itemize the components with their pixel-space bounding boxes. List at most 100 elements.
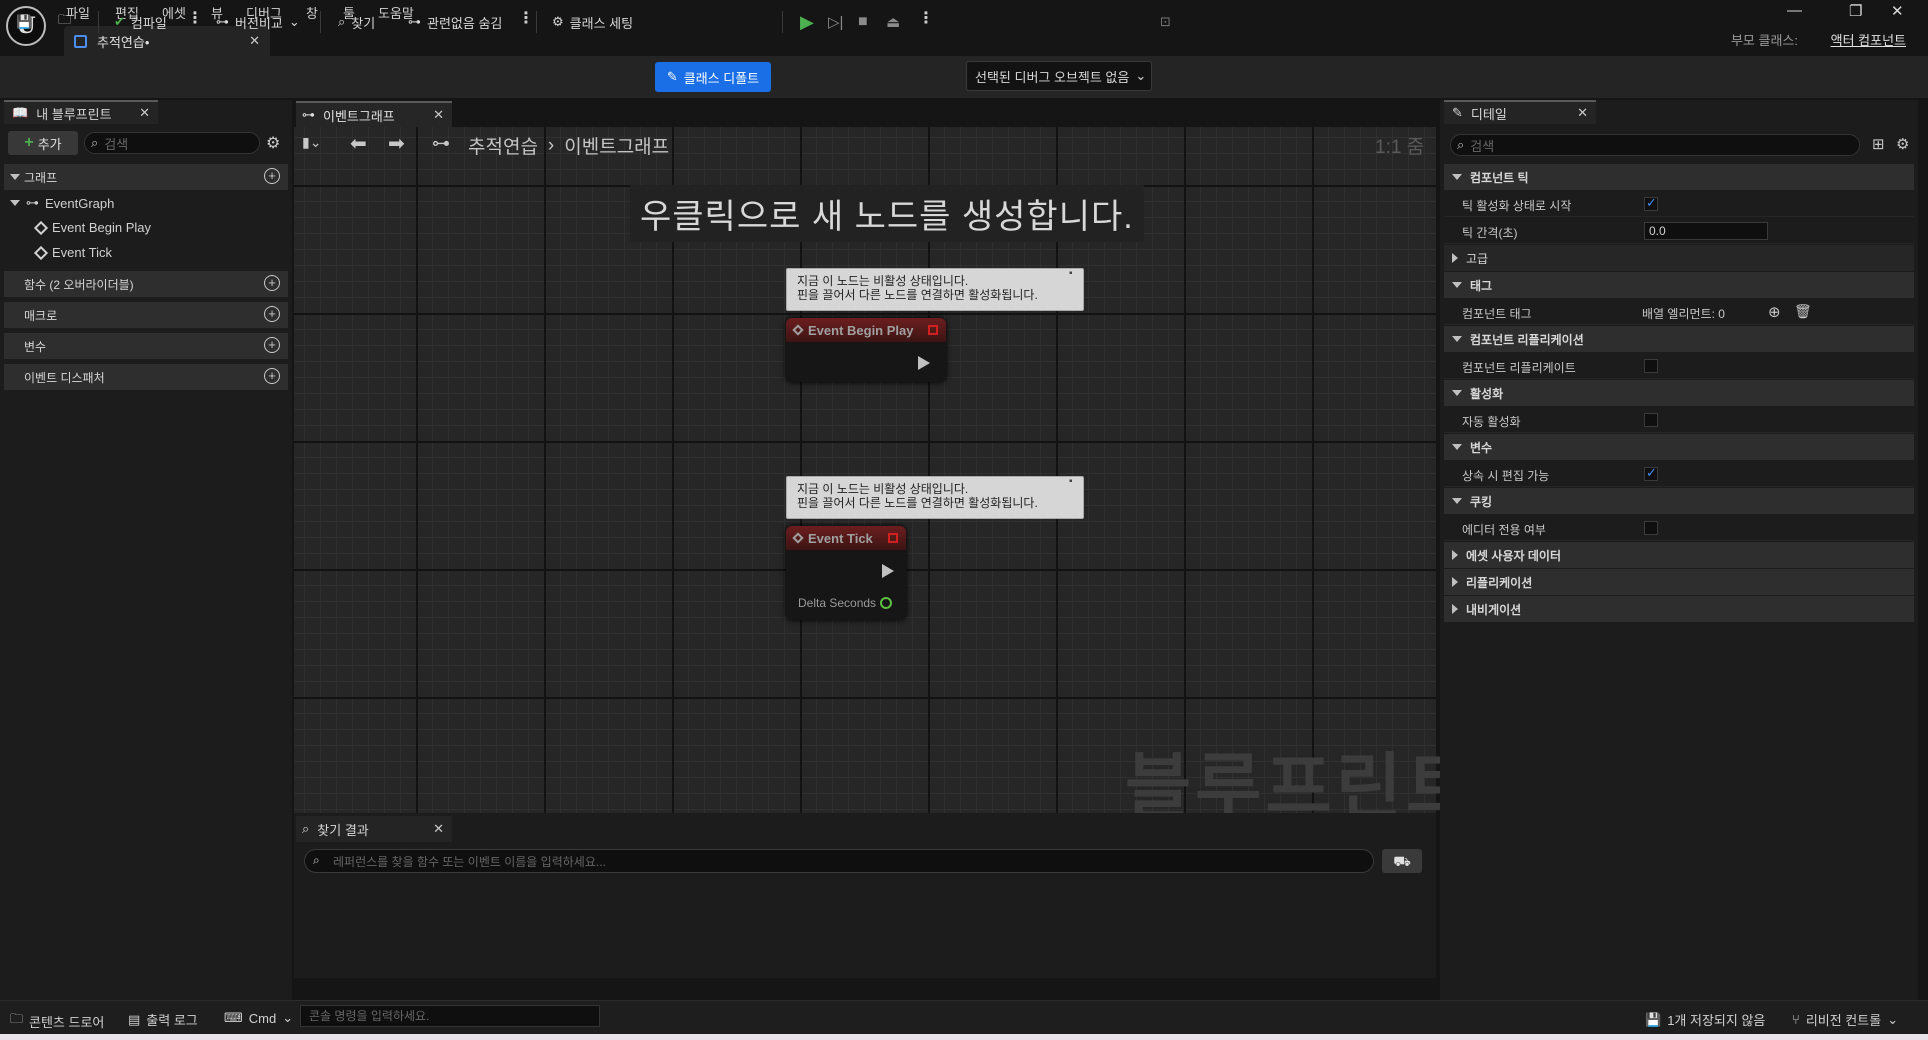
compile-label: 컴파일	[130, 15, 167, 31]
delta-seconds-pin[interactable]	[880, 597, 892, 609]
exec-output-pin[interactable]	[882, 564, 894, 578]
exec-output-pin[interactable]	[918, 356, 930, 370]
section-replication[interactable]: 리플리케이션	[1444, 569, 1914, 595]
close-tab-icon[interactable]: ✕	[433, 107, 444, 123]
trash-icon[interactable]: 🗑	[1794, 303, 1812, 320]
add-macro-icon[interactable]: +	[264, 306, 280, 322]
section-tags[interactable]: 태그	[1444, 272, 1914, 298]
hide-unrelated-button[interactable]: ⊶ 관련없음 숨김	[408, 9, 502, 35]
close-tab-icon[interactable]: ✕	[139, 105, 150, 121]
tree-item-event-tick[interactable]: Event Tick	[33, 245, 112, 260]
pin-comment-icon[interactable]: ▪	[1069, 476, 1073, 487]
section-cooking[interactable]: 쿠킹	[1444, 488, 1914, 514]
close-tab-icon[interactable]: ✕	[1577, 105, 1588, 121]
section-activation[interactable]: 활성화	[1444, 380, 1914, 406]
compile-options-icon[interactable]: ⋮	[187, 8, 203, 28]
browse-icon[interactable]: 🗀	[58, 9, 71, 35]
parent-class-link[interactable]: 액터 컴포넌트	[1831, 30, 1906, 49]
play-icon[interactable]: ▶	[800, 9, 814, 35]
event-begin-play-label: Event Begin Play	[52, 220, 152, 235]
section-variables[interactable]: 변수	[1444, 434, 1914, 460]
graphs-section[interactable]: 그래프 +	[4, 164, 288, 190]
breadcrumb-item[interactable]: 추적연습	[468, 132, 538, 159]
class-defaults-button[interactable]: ✎ 클래스 디폴트	[655, 62, 771, 92]
event-begin-play-node[interactable]: Event Begin Play	[786, 318, 946, 382]
tree-item-eventgraph[interactable]: ⊶ EventGraph	[10, 195, 114, 211]
add-graph-icon[interactable]: +	[264, 168, 280, 184]
output-delegate-pin[interactable]	[928, 325, 938, 335]
editable-inherit-checkbox[interactable]	[1644, 465, 1658, 481]
prop-label: 컴포넌트 리플리케이트	[1462, 361, 1576, 375]
revision-control-button[interactable]: ⑂ 리비전 컨트롤 ⌄	[1792, 1010, 1898, 1029]
cmd-select[interactable]: ⌨ Cmd ⌄	[224, 1010, 293, 1026]
blueprint-search-input[interactable]: ⌕ 검색	[84, 132, 260, 154]
menu-window[interactable]: 창	[306, 3, 318, 22]
add-variable-icon[interactable]: +	[264, 337, 280, 353]
add-dispatcher-icon[interactable]: +	[264, 368, 280, 384]
replicates-checkbox[interactable]	[1644, 359, 1658, 373]
save-icon[interactable]: 💾	[16, 9, 32, 35]
minimize-icon[interactable]: —	[1787, 2, 1802, 19]
macros-section[interactable]: 매크로 +	[4, 302, 288, 328]
more-options-icon[interactable]: ⋮	[518, 8, 534, 28]
section-asset-user-data[interactable]: 에셋 사용자 데이터	[1444, 542, 1914, 568]
output-log-button[interactable]: ▤ 출력 로그	[128, 1010, 198, 1029]
maximize-icon[interactable]: ❐	[1849, 2, 1862, 20]
step-icon[interactable]: ▷|	[828, 9, 843, 35]
bookmark-icon[interactable]: ▮⌄	[302, 134, 321, 151]
find-button[interactable]: ⌕ 찾기	[338, 9, 375, 35]
details-search-input[interactable]: ⌕ 검색	[1450, 134, 1860, 156]
section-label: 쿠킹	[1470, 494, 1493, 509]
section-advanced[interactable]: 고급	[1444, 245, 1914, 271]
debug-filter-icon[interactable]: ⊡	[1160, 9, 1171, 35]
add-function-icon[interactable]: +	[264, 275, 280, 291]
auto-activate-checkbox[interactable]	[1644, 413, 1658, 427]
event-tick-node[interactable]: Event Tick Delta Seconds	[786, 526, 906, 620]
close-tab-icon[interactable]: ✕	[249, 33, 260, 49]
find-input[interactable]: ⌕ 레퍼런스를 찾을 함수 또는 이벤트 이름을 입력하세요...	[304, 849, 1374, 873]
prop-auto-activate: 자동 활성화	[1444, 407, 1914, 433]
play-options-icon[interactable]: ⋮	[918, 8, 934, 28]
variables-section[interactable]: 변수 +	[4, 333, 288, 359]
table-view-icon[interactable]: ⊞	[1872, 135, 1885, 153]
back-arrow-icon[interactable]: ⬅	[350, 131, 367, 156]
pin-comment-icon[interactable]: ▪	[1069, 268, 1073, 279]
find-binoculars-button[interactable]: ⛟	[1382, 849, 1422, 873]
my-blueprint-tab[interactable]: 📖 내 블루프린트 ✕	[4, 100, 158, 124]
gear-icon[interactable]: ⚙	[1896, 135, 1909, 153]
console-command-input[interactable]: 콘솔 명령을 입력하세요.	[300, 1005, 600, 1027]
close-window-icon[interactable]: ✕	[1891, 2, 1904, 20]
dispatchers-section[interactable]: 이벤트 디스패처 +	[4, 364, 288, 390]
add-button[interactable]: + 추가	[8, 131, 78, 155]
output-delegate-pin[interactable]	[888, 533, 898, 543]
diff-button[interactable]: ⊶ 버전비교 ⌄	[216, 9, 300, 35]
expand-icon	[1452, 550, 1458, 560]
section-navigation[interactable]: 내비게이션	[1444, 596, 1914, 622]
forward-arrow-icon[interactable]: ➡	[388, 131, 405, 156]
prop-component-tags: 컴포넌트 태그 배열 엘리먼트: 0 ⊕ 🗑	[1444, 299, 1914, 325]
close-tab-icon[interactable]: ✕	[433, 821, 444, 837]
find-results-tab[interactable]: ⌕ 찾기 결과 ✕	[296, 816, 452, 842]
collapse-icon	[1452, 390, 1462, 396]
content-drawer-button[interactable]: 🗀 콘텐츠 드로어	[10, 1010, 104, 1032]
event-graph-tab[interactable]: ⊶ 이벤트그래프 ✕	[296, 101, 452, 127]
add-element-icon[interactable]: ⊕	[1768, 303, 1781, 321]
compile-button[interactable]: ✔ 컴파일	[114, 9, 167, 35]
details-tab[interactable]: ✎ 디테일 ✕	[1444, 100, 1596, 124]
tick-interval-field[interactable]: 0.0	[1644, 222, 1768, 240]
unsaved-button[interactable]: 💾 1개 저장되지 않음	[1645, 1010, 1765, 1029]
editor-only-checkbox[interactable]	[1644, 521, 1658, 535]
class-settings-button[interactable]: ⚙ 클래스 세팅	[552, 9, 633, 35]
eject-icon[interactable]: ⏏	[886, 9, 900, 35]
section-component-replication[interactable]: 컴포넌트 리플리케이션	[1444, 326, 1914, 352]
stop-icon[interactable]: ■	[858, 9, 868, 35]
section-label: 내비게이션	[1466, 602, 1522, 617]
gear-icon[interactable]: ⚙	[266, 133, 280, 153]
gear-icon: ⚙	[552, 14, 564, 29]
functions-section[interactable]: 함수 (2 오버라이더블) +	[4, 271, 288, 297]
debug-object-select[interactable]: 선택된 디버그 오브젝트 없음 ⌄	[966, 61, 1152, 91]
section-component-tick[interactable]: 컴포넌트 틱	[1444, 164, 1914, 190]
start-tick-checkbox[interactable]	[1644, 195, 1658, 211]
breadcrumb-item[interactable]: 이벤트그래프	[564, 132, 669, 159]
tree-item-event-begin-play[interactable]: Event Begin Play	[33, 220, 152, 235]
